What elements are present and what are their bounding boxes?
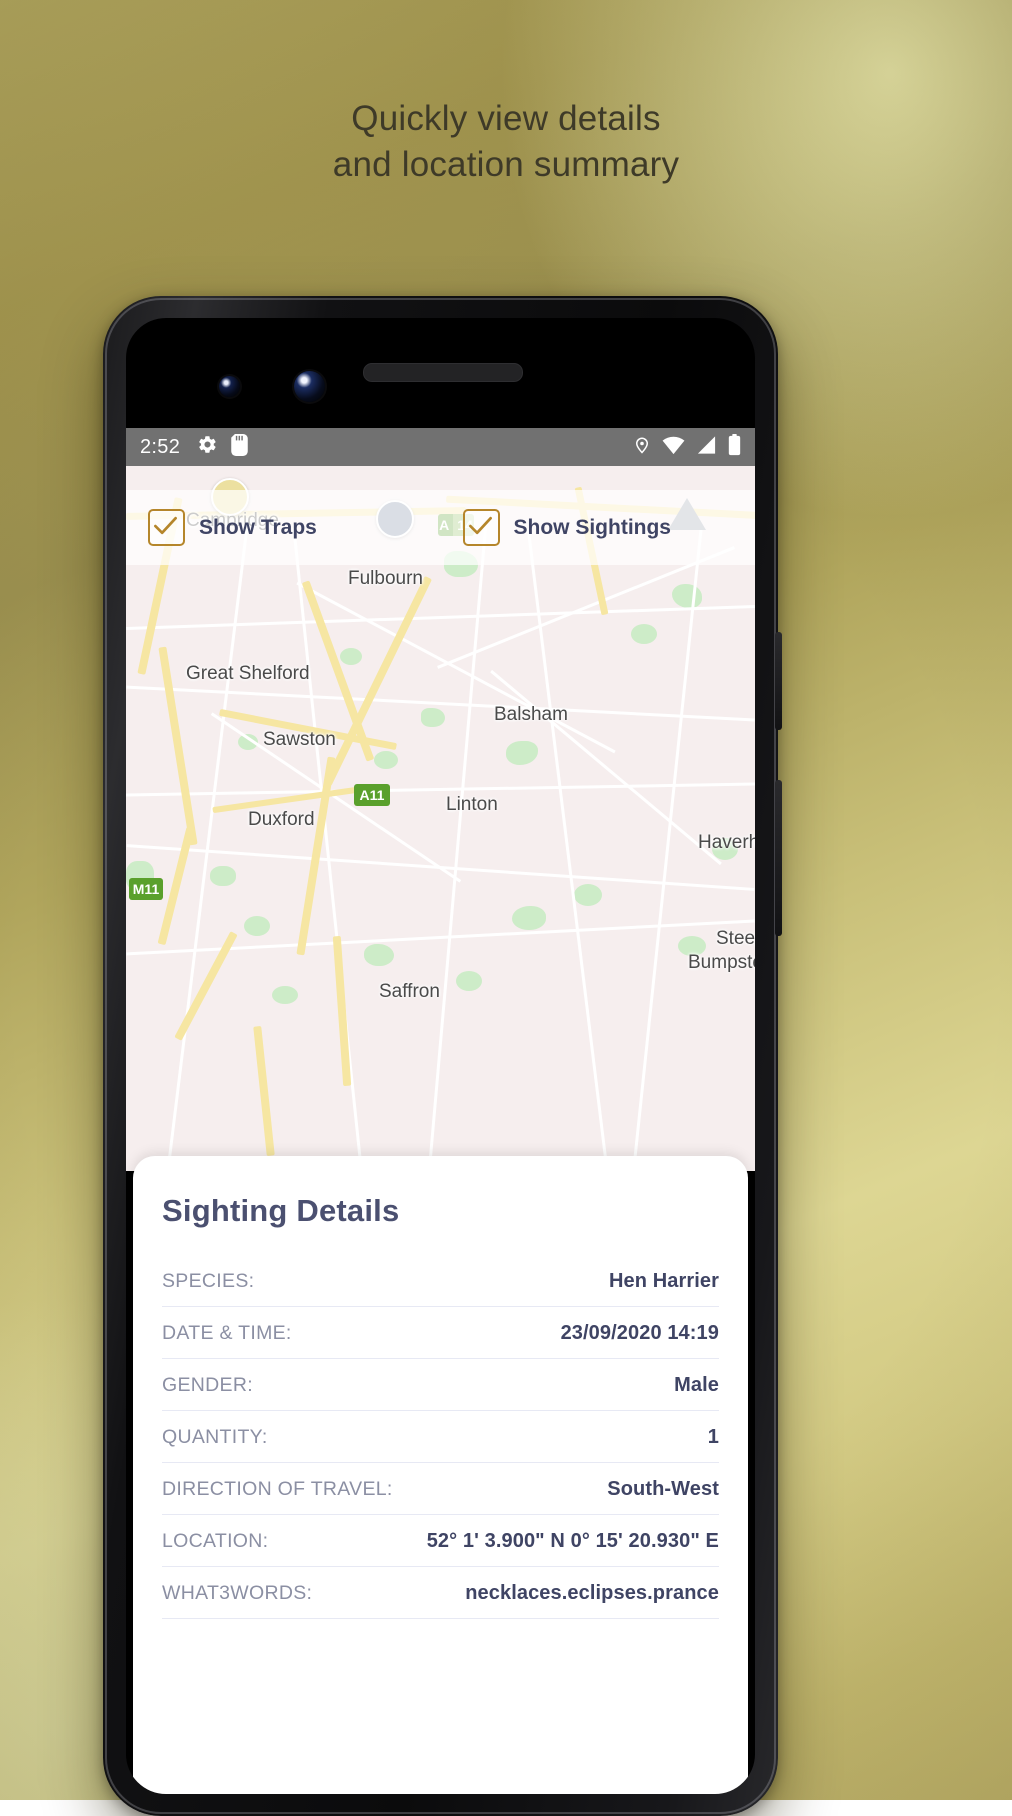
map-road [292,527,363,1170]
detail-label: SPECIES: [162,1270,255,1292]
map-filter-bar: Show Traps Show Sightings [126,490,755,565]
power-button[interactable] [775,632,782,730]
map-label: Great Shelford [186,663,310,684]
detail-row-gender: GENDER: Male [162,1359,719,1411]
map-greenspace [244,916,270,936]
show-sightings-checkbox[interactable] [462,509,500,546]
card-title: Sighting Details [162,1193,400,1228]
detail-row-quantity: QUANTITY: 1 [162,1411,719,1463]
detail-row-species: SPECIES: Hen Harrier [162,1255,719,1307]
map-greenspace [506,741,538,765]
gear-icon [197,434,218,460]
detail-value: 23/09/2020 14:19 [560,1322,719,1344]
phone-screen: 2:52 Fulbourn Great Shelford Balsham Saw… [126,318,755,1794]
map-road [490,669,722,866]
map-label: Steeple [716,928,755,949]
map-label: Saffron [379,981,440,1002]
detail-value: Hen Harrier [608,1270,719,1292]
map-label: Balsham [494,704,568,725]
detail-label: WHAT3WORDS: [162,1582,313,1604]
map-road [427,527,488,1170]
map-label: Haverhill [698,832,755,853]
map-greenspace [631,624,657,644]
map-label: Duxford [248,809,315,830]
detail-row-direction: DIRECTION OF TRAVEL: South-West [162,1463,719,1515]
detail-label: DIRECTION OF TRAVEL: [162,1478,393,1500]
status-bar: 2:52 [126,428,755,466]
filter-show-sightings[interactable]: Show Sightings [441,509,756,546]
detail-value: necklaces.eclipses.prance [465,1582,719,1604]
map-greenspace [512,906,546,930]
map-label: Fulbourn [348,568,423,589]
headline-line-1: Quickly view details [351,99,661,138]
show-traps-label: Show Traps [199,515,317,539]
map-greenspace [574,884,602,906]
detail-label: LOCATION: [162,1530,269,1552]
detail-rows: SPECIES: Hen Harrier DATE & TIME: 23/09/… [162,1255,719,1619]
earpiece-speaker [363,363,523,382]
location-pin-icon [633,434,651,461]
map-greenspace [364,944,394,966]
phone-frame: 2:52 Fulbourn Great Shelford Balsham Saw… [103,296,782,1816]
map-view[interactable]: Cambridge Fulbourn Great Shelford Balsha… [126,466,755,1171]
battery-icon [728,433,741,461]
detail-value: Male [674,1374,719,1396]
detail-label: GENDER: [162,1374,253,1396]
detail-value: 1 [707,1426,719,1448]
headline-line-2: and location summary [332,145,680,184]
sd-card-icon [231,433,248,461]
signal-icon [696,435,717,460]
checkmark-icon [154,516,177,535]
promo-headline: Quickly view details and location summar… [0,96,1012,188]
volume-button[interactable] [775,780,782,936]
map-road [126,782,755,797]
map-greenspace [672,584,702,608]
map-greenspace [210,866,236,886]
map-motorway [157,826,195,946]
detail-value: South-West [607,1478,719,1500]
map-label: Bumpstead [688,952,755,973]
detail-label: DATE & TIME: [162,1322,292,1344]
map-motorway [253,1025,275,1157]
map-road [296,581,616,754]
detail-row-what3words: WHAT3WORDS: necklaces.eclipses.prance [162,1567,719,1619]
map-road [126,605,755,630]
show-traps-checkbox[interactable] [148,509,185,546]
map-greenspace [374,751,398,769]
map-label: Sawston [263,729,336,750]
map-label: Linton [446,794,498,815]
front-camera-secondary-icon [294,371,325,402]
detail-value: 52° 1' 3.900" N 0° 15' 20.930" E [426,1530,719,1552]
filter-show-traps[interactable]: Show Traps [126,509,441,546]
map-motorway [332,935,352,1087]
road-shield-a11: A11 [354,784,390,806]
detail-row-date-time: DATE & TIME: 23/09/2020 14:19 [162,1307,719,1359]
sighting-details-card: Sighting Details SPECIES: Hen Harrier DA… [133,1156,748,1794]
show-sightings-label: Show Sightings [513,515,672,539]
map-greenspace [272,986,298,1004]
map-greenspace [340,648,362,665]
detail-row-location: LOCATION: 52° 1' 3.900" N 0° 15' 20.930"… [162,1515,719,1567]
status-bar-left-icons [197,433,248,461]
detail-label: QUANTITY: [162,1426,268,1448]
front-camera-icon [219,376,240,397]
checkmark-icon [468,516,492,535]
status-bar-time: 2:52 [140,435,181,458]
map-greenspace [421,708,445,727]
wifi-icon [662,435,685,460]
status-bar-right-icons [633,433,741,461]
road-shield-m11: M11 [129,878,163,900]
map-greenspace [456,971,482,991]
